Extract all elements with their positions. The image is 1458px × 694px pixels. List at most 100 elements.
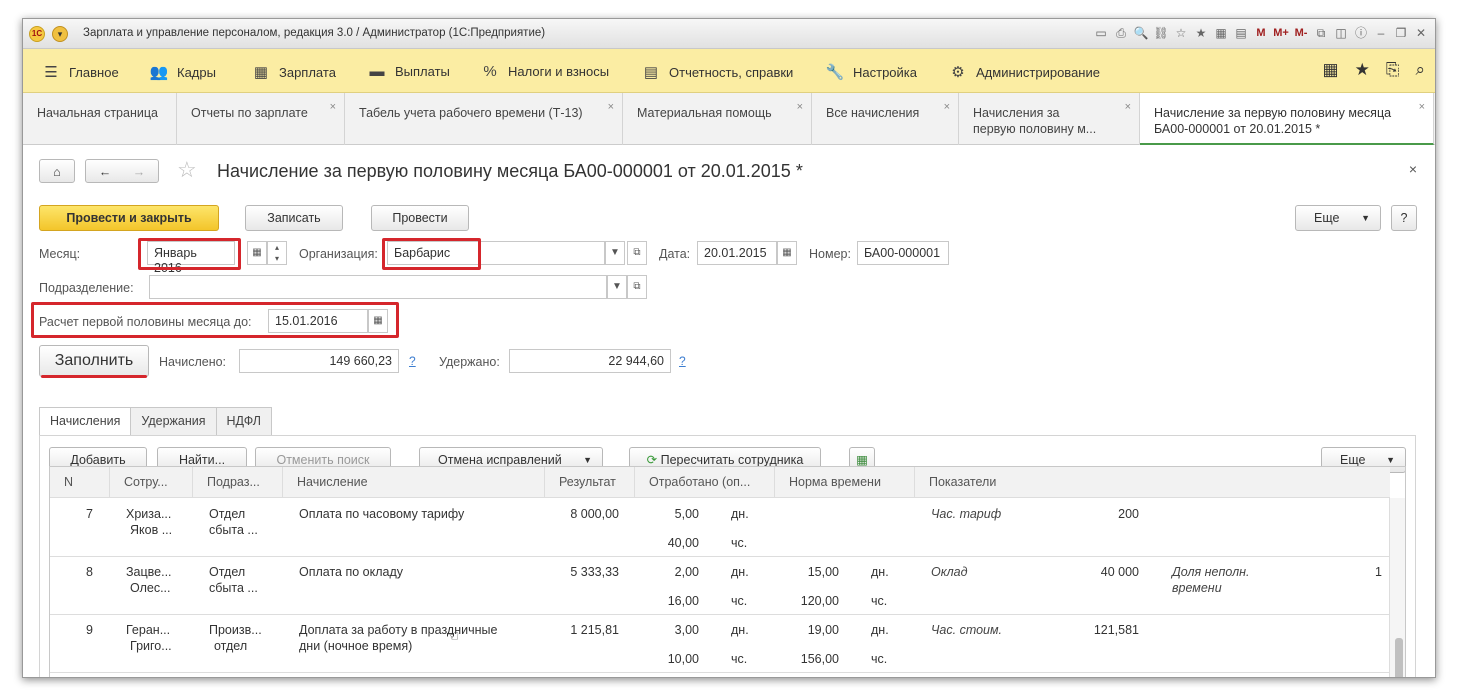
link-icon[interactable]: ⛓ [1153, 24, 1169, 42]
worked-days-cell: 3,00 [674, 623, 699, 637]
minimize-icon[interactable]: – [1373, 24, 1389, 42]
menu-item-settings[interactable]: 🔧 Настройка [825, 63, 917, 81]
tab-all-accruals[interactable]: Все начисления × [812, 93, 959, 145]
grid-icon[interactable]: ▦ [1323, 60, 1339, 80]
fill-button[interactable]: Заполнить [39, 345, 149, 377]
post-button[interactable]: Провести [371, 205, 469, 231]
more-button[interactable]: Еще ▼ [1295, 205, 1381, 231]
title-bar: 1С ▾ Зарплата и управление персоналом, р… [23, 19, 1435, 49]
preview-icon[interactable]: 🔍 [1133, 24, 1149, 42]
department-open-icon[interactable]: ⧉ [627, 275, 647, 299]
history-icon[interactable]: ⎘ [1386, 60, 1400, 80]
search-icon[interactable]: ⌕ [1415, 60, 1425, 80]
withheld-help-link[interactable]: ? [679, 354, 686, 368]
tab-timesheet[interactable]: Табель учета рабочего времени (Т-13) × [345, 93, 623, 145]
calendar-icon[interactable]: ▤ [1233, 24, 1249, 42]
organization-open-icon[interactable]: ⧉ [627, 241, 647, 265]
tab-home[interactable]: Начальная страница [23, 93, 177, 145]
favorites-icon[interactable]: ★ [1193, 24, 1209, 42]
favorite-star-icon[interactable]: ☆ [177, 157, 197, 183]
tab-label: Начисления за [973, 106, 1060, 120]
month-spin-stepper[interactable]: ▴ ▾ [267, 241, 287, 265]
close-icon[interactable]: × [797, 99, 803, 115]
tab-accruals[interactable]: Начисления [39, 407, 132, 436]
menu-right-tools: ▦ ★ ⎘ ⌕ [1323, 60, 1425, 80]
table-row[interactable]: 7 Хриза... Яков ... Отдел сбыта ... Опла… [50, 499, 1390, 557]
menu-item-reports[interactable]: ▤ Отчетность, справки [641, 63, 793, 81]
restore-icon[interactable]: ❐ [1393, 24, 1409, 42]
tab-ndfl[interactable]: НДФЛ [215, 407, 273, 435]
print-icon[interactable]: ⎙ [1113, 24, 1129, 42]
column-header-accrual[interactable]: Начисление [283, 467, 545, 498]
organization-dropdown-icon[interactable]: ▼ [605, 241, 625, 265]
close-icon[interactable]: × [608, 99, 614, 115]
close-icon[interactable]: × [1419, 99, 1425, 115]
memory-mminus-button[interactable]: M- [1293, 24, 1309, 42]
worked-unit-cell: чс. [731, 652, 748, 666]
table-row[interactable]: 9 Геран... Григо... Произв... отдел Допл… [50, 615, 1390, 673]
close-window-icon[interactable]: ✕ [1413, 24, 1429, 42]
post-and-close-button[interactable]: Провести и закрыть [39, 205, 219, 231]
menu-item-main[interactable]: ☰ Главное [41, 63, 118, 81]
result-cell: 5 333,33 [570, 565, 619, 579]
save-icon[interactable]: ▭ [1093, 24, 1109, 42]
calculator-icon[interactable]: ▦ [1213, 24, 1229, 42]
forward-icon[interactable]: → [122, 160, 156, 184]
indicator-name-cell: Час. тариф [931, 507, 1002, 521]
close-form-icon[interactable]: × [1409, 161, 1417, 177]
menu-item-payments[interactable]: ▬ Выплаты [367, 63, 450, 80]
highlight-box [382, 238, 481, 270]
number-field[interactable]: БА00-000001 [857, 241, 949, 265]
accrual-cell: Оплата по окладу [299, 565, 404, 579]
close-icon[interactable]: × [944, 99, 950, 115]
department-dropdown-icon[interactable]: ▼ [607, 275, 627, 299]
column-header-indicators[interactable]: Показатели [915, 467, 1390, 498]
favorite-add-icon[interactable]: ☆ [1173, 24, 1189, 42]
back-icon[interactable]: ← [88, 160, 122, 184]
accrued-help-link[interactable]: ? [409, 354, 416, 368]
column-header-department[interactable]: Подраз... [193, 467, 283, 498]
number-label: Номер: [809, 247, 851, 261]
column-header-norm[interactable]: Норма времени [775, 467, 915, 498]
column-header-result[interactable]: Результат [545, 467, 635, 498]
page-title: Начисление за первую половину месяца БА0… [217, 161, 803, 181]
column-header-n[interactable]: N [50, 467, 110, 498]
save-button[interactable]: Записать [245, 205, 343, 231]
menu-item-salary[interactable]: ▦ Зарплата [251, 63, 336, 81]
date-calendar-icon[interactable]: ▦ [777, 241, 797, 265]
memory-mplus-button[interactable]: M+ [1273, 24, 1289, 42]
title-toolbar: ▭ ⎙ 🔍 ⛓ ☆ ★ ▦ ▤ M M+ M- ⧉ ◫ ⓘ – ❐ ✕ [1093, 24, 1429, 42]
memory-m-button[interactable]: M [1253, 24, 1269, 42]
tab-withholdings[interactable]: Удержания [130, 407, 217, 435]
tab-current-document[interactable]: Начисление за первую половину месяца БА00… [1140, 93, 1434, 145]
column-header-worked[interactable]: Отработано (оп... [635, 467, 775, 498]
accrued-total-field: 149 660,23 [239, 349, 399, 373]
split-icon[interactable]: ◫ [1333, 24, 1349, 42]
table-row[interactable]: 8 Зацве... Олес... Отдел сбыта ... Оплат… [50, 557, 1390, 615]
close-icon[interactable]: × [330, 99, 336, 115]
hamburger-icon: ☰ [44, 64, 58, 81]
menu-item-hr[interactable]: 👥 Кадры [149, 63, 216, 81]
close-icon[interactable]: × [1125, 99, 1131, 115]
column-header-employee[interactable]: Сотру... [110, 467, 193, 498]
vertical-scrollbar[interactable] [1389, 498, 1405, 677]
info-icon[interactable]: ⓘ [1353, 24, 1369, 42]
tab-material-aid[interactable]: Материальная помощь × [623, 93, 812, 145]
1c-logo-icon[interactable]: 1С [29, 26, 45, 42]
department-field[interactable] [149, 275, 607, 299]
tab-label: Начальная страница [37, 106, 158, 120]
tab-first-half-list[interactable]: Начисления за первую половину м... × [959, 93, 1140, 145]
menu-item-taxes[interactable]: % Налоги и взносы [480, 63, 609, 80]
tab-label: Отчеты по зарплате [191, 106, 308, 120]
help-button[interactable]: ? [1391, 205, 1417, 231]
date-field[interactable]: 20.01.2015 [697, 241, 777, 265]
gear-icon: ⚙ [951, 64, 965, 81]
scrollbar-thumb[interactable] [1395, 638, 1403, 677]
month-calendar-icon[interactable]: ▦ [247, 241, 267, 265]
main-menu-dropdown-icon[interactable]: ▾ [52, 26, 68, 42]
menu-item-admin[interactable]: ⚙ Администрирование [948, 63, 1100, 81]
star-icon[interactable]: ★ [1355, 60, 1370, 80]
tab-salary-reports[interactable]: Отчеты по зарплате × [177, 93, 345, 145]
windows-icon[interactable]: ⧉ [1313, 24, 1329, 42]
home-button[interactable]: ⌂ [39, 159, 75, 183]
